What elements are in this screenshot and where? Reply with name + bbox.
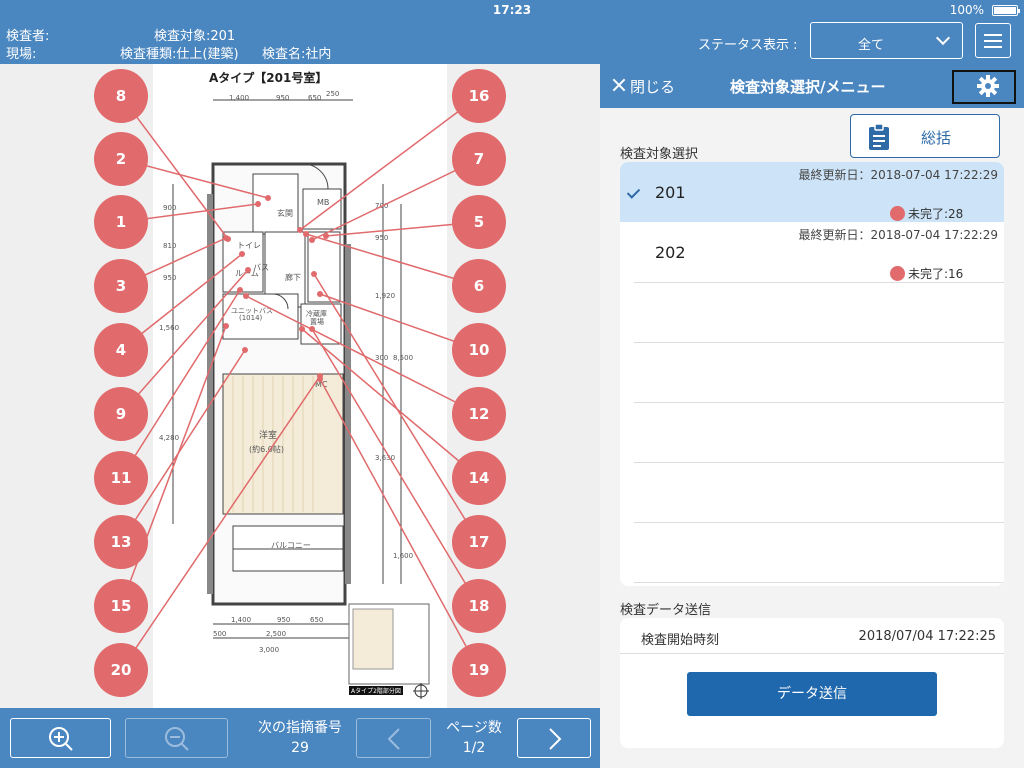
list-divider [634,282,1004,283]
checkmark-icon [626,185,641,199]
send-data-button[interactable]: データ送信 [687,672,937,716]
page-count-label: ページ数 [446,720,502,736]
issue-pin-18[interactable]: 18 [452,579,506,633]
issue-pin-17[interactable]: 17 [452,515,506,569]
issue-pin-20[interactable]: 20 [94,643,148,697]
page-count-value: 1/2 [462,740,486,756]
zoom-in-icon [49,727,73,751]
row-updated-date: 最終更新日：2018-07-04 17:22:29 [798,228,998,242]
status-badge: 未完了:16 [890,265,963,282]
settings-button[interactable] [952,70,1016,104]
issue-pin-2[interactable]: 2 [94,132,148,186]
panel-title: 検査対象選択/メニュー [730,78,886,96]
status-filter-value: 全て [857,38,884,53]
summary-label: 総括 [921,129,952,147]
close-button[interactable]: 閉じる [612,76,675,97]
clipboard-icon [869,123,889,150]
bottom-toolbar: 次の指摘番号 29 ページ数 1/2 [0,708,600,768]
issue-pin-9[interactable]: 9 [94,387,148,441]
chevron-left-icon [387,728,400,750]
hamburger-menu-icon [984,34,1002,36]
issue-pin-13[interactable]: 13 [94,515,148,569]
prev-page-button[interactable] [356,718,431,758]
list-divider [634,462,1004,463]
close-label: 閉じる [630,78,676,96]
row-target-name: 202 [655,243,686,262]
status-filter-select[interactable]: 全て [810,22,963,59]
zoom-out-button[interactable] [125,718,228,758]
app-header: 検査者: 現場: 検査対象:201 検査種類:仕上(建築) 検査名:社内 ステー… [0,20,1024,64]
issue-pin-14[interactable]: 14 [452,451,506,505]
start-time-value: 2018/07/04 17:22:25 [858,629,996,644]
next-issue-number: 29 [291,740,309,756]
list-divider [634,342,1004,343]
hamburger-menu-button[interactable] [975,23,1011,58]
card-divider [620,653,1004,654]
chevron-down-icon [935,30,951,46]
issue-pin-7[interactable]: 7 [452,132,506,186]
summary-button[interactable]: 総括 [850,114,1000,158]
floor-plan-viewer[interactable]: Aタイプ【201号室】 1,400 950 650 250 1,400 950 … [0,64,600,708]
next-issue-label: 次の指摘番号 [258,720,342,736]
row-target-name: 201 [655,183,686,202]
inspection-target-text: 検査対象:201 [154,29,236,44]
status-badge: 未完了:28 [890,205,963,222]
status-filter-label: ステータス表示 : [698,38,798,53]
issue-pin-5[interactable]: 5 [452,195,506,249]
issue-pin-6[interactable]: 6 [452,259,506,313]
zoom-in-button[interactable] [10,718,111,758]
target-section-label: 検査対象選択 [620,147,699,162]
list-divider [634,522,1004,523]
battery-icon [992,5,1020,16]
site-label: 現場: [6,47,37,62]
pin-leader-lines [120,95,480,671]
battery-percentage: 100% [949,3,984,17]
issue-pin-4[interactable]: 4 [94,323,148,377]
row-status-text: 未完了:16 [908,267,964,281]
hamburger-menu-icon-bar [984,40,1002,42]
inspector-label: 検査者: [6,29,50,44]
send-section-label: 検査データ送信 [620,603,712,618]
inspection-type-text: 検査種類:仕上(建築) [120,47,239,62]
issue-pin-10[interactable]: 10 [452,323,506,377]
status-time: 17:23 [492,3,532,17]
incomplete-dot-icon [890,206,905,221]
issue-pin-15[interactable]: 15 [94,579,148,633]
issue-pin-3[interactable]: 3 [94,259,148,313]
ios-status-bar: 17:23 100% [0,0,1024,20]
chevron-right-icon [549,728,562,750]
target-row-201[interactable]: 最終更新日：2018-07-04 17:22:29 201 未完了:28 [620,162,1004,222]
row-status-text: 未完了:28 [908,207,964,221]
hamburger-menu-icon-bar [984,46,1002,48]
issue-pin-8[interactable]: 8 [94,69,148,123]
issue-pin-11[interactable]: 11 [94,451,148,505]
start-time-label: 検査開始時刻 [641,633,720,648]
list-divider [634,402,1004,403]
zoom-out-icon [165,727,189,751]
issue-pin-12[interactable]: 12 [452,387,506,441]
issue-pin-1[interactable]: 1 [94,195,148,249]
target-row-202[interactable]: 最終更新日：2018-07-04 17:22:29 202 未完了:16 [620,222,1004,282]
issue-pin-16[interactable]: 16 [452,69,506,123]
inspection-name-text: 検査名:社内 [262,47,332,62]
incomplete-dot-icon [890,266,905,281]
list-divider [634,582,1004,583]
gear-icon [977,75,999,97]
close-icon [612,78,626,92]
issue-pin-19[interactable]: 19 [452,643,506,697]
target-list: 最終更新日：2018-07-04 17:22:29 201 未完了:28 最終更… [620,162,1004,586]
next-page-button[interactable] [517,718,591,758]
row-updated-date: 最終更新日：2018-07-04 17:22:29 [798,168,998,182]
